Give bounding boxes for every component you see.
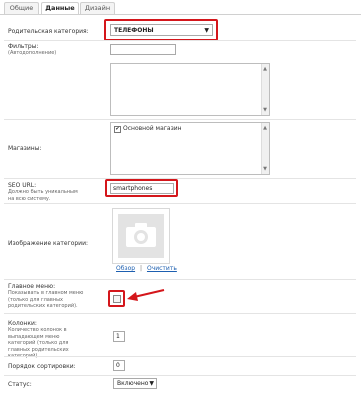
status-select[interactable]: Включено ▼ [113,378,157,389]
tab-design[interactable]: Дизайн [80,2,115,14]
filters-input[interactable] [110,44,176,55]
seo-url-label: SEO URL: [8,182,37,189]
stores-label: Магазины: [8,145,42,152]
row-divider [4,119,356,120]
chevron-down-icon: ▼ [149,380,154,387]
scroll-down-icon[interactable]: ▼ [262,107,268,113]
camera-icon [126,223,156,247]
scroll-up-icon[interactable]: ▲ [262,66,268,72]
row-divider [4,313,356,314]
columns-label: Колонки: [8,320,37,327]
clear-link[interactable]: Очистить [147,265,177,272]
top-menu-label: Главное меню: [8,283,56,290]
columns-input[interactable]: 1 [113,331,125,342]
scroll-down-icon[interactable]: ▼ [262,166,268,172]
image-label: Изображение категории: [8,240,88,247]
row-divider [4,279,356,280]
sort-order-input[interactable]: 0 [113,360,125,371]
image-thumbnail[interactable] [112,208,170,264]
stores-list[interactable]: ✔ Основной магазин ▲ ▼ [110,122,270,175]
arrow-left-icon [127,289,165,301]
scrollbar[interactable]: ▲ ▼ [261,64,269,115]
row-divider [4,375,356,376]
filters-label: Фильтры: [8,43,39,50]
seo-url-highlight [105,179,178,197]
scroll-up-icon[interactable]: ▲ [262,125,268,131]
filters-help: (Автодополнение) [8,50,57,56]
status-value: Включено [117,380,149,387]
top-menu-help: Показывать в главном меню (только для гл… [8,290,84,309]
tab-divider [0,14,361,15]
parent-category-highlight [104,19,218,41]
filters-list[interactable]: ▲ ▼ [110,63,270,116]
parent-category-label: Родительская категория: [8,28,89,35]
seo-url-help: Должно быть уникальным на всю систему. [8,189,78,202]
image-actions: Обзор | Очистить [116,265,177,272]
top-menu-highlight [108,290,125,307]
image-placeholder [118,214,164,258]
row-divider [4,356,356,357]
browse-link[interactable]: Обзор [116,265,135,272]
row-divider [4,203,356,204]
store-checkbox[interactable]: ✔ [114,126,121,133]
row-divider [4,178,356,179]
image-actions-separator: | [140,265,143,272]
sort-order-label: Порядок сортировки: [8,363,76,370]
scrollbar[interactable]: ▲ ▼ [261,123,269,174]
status-label: Статус: [8,381,32,388]
store-label: Основной магазин [123,125,182,132]
row-divider [4,40,356,41]
columns-help: Количество колонок в выпадающем меню кат… [8,327,69,359]
tab-general[interactable]: Общие [4,2,39,14]
